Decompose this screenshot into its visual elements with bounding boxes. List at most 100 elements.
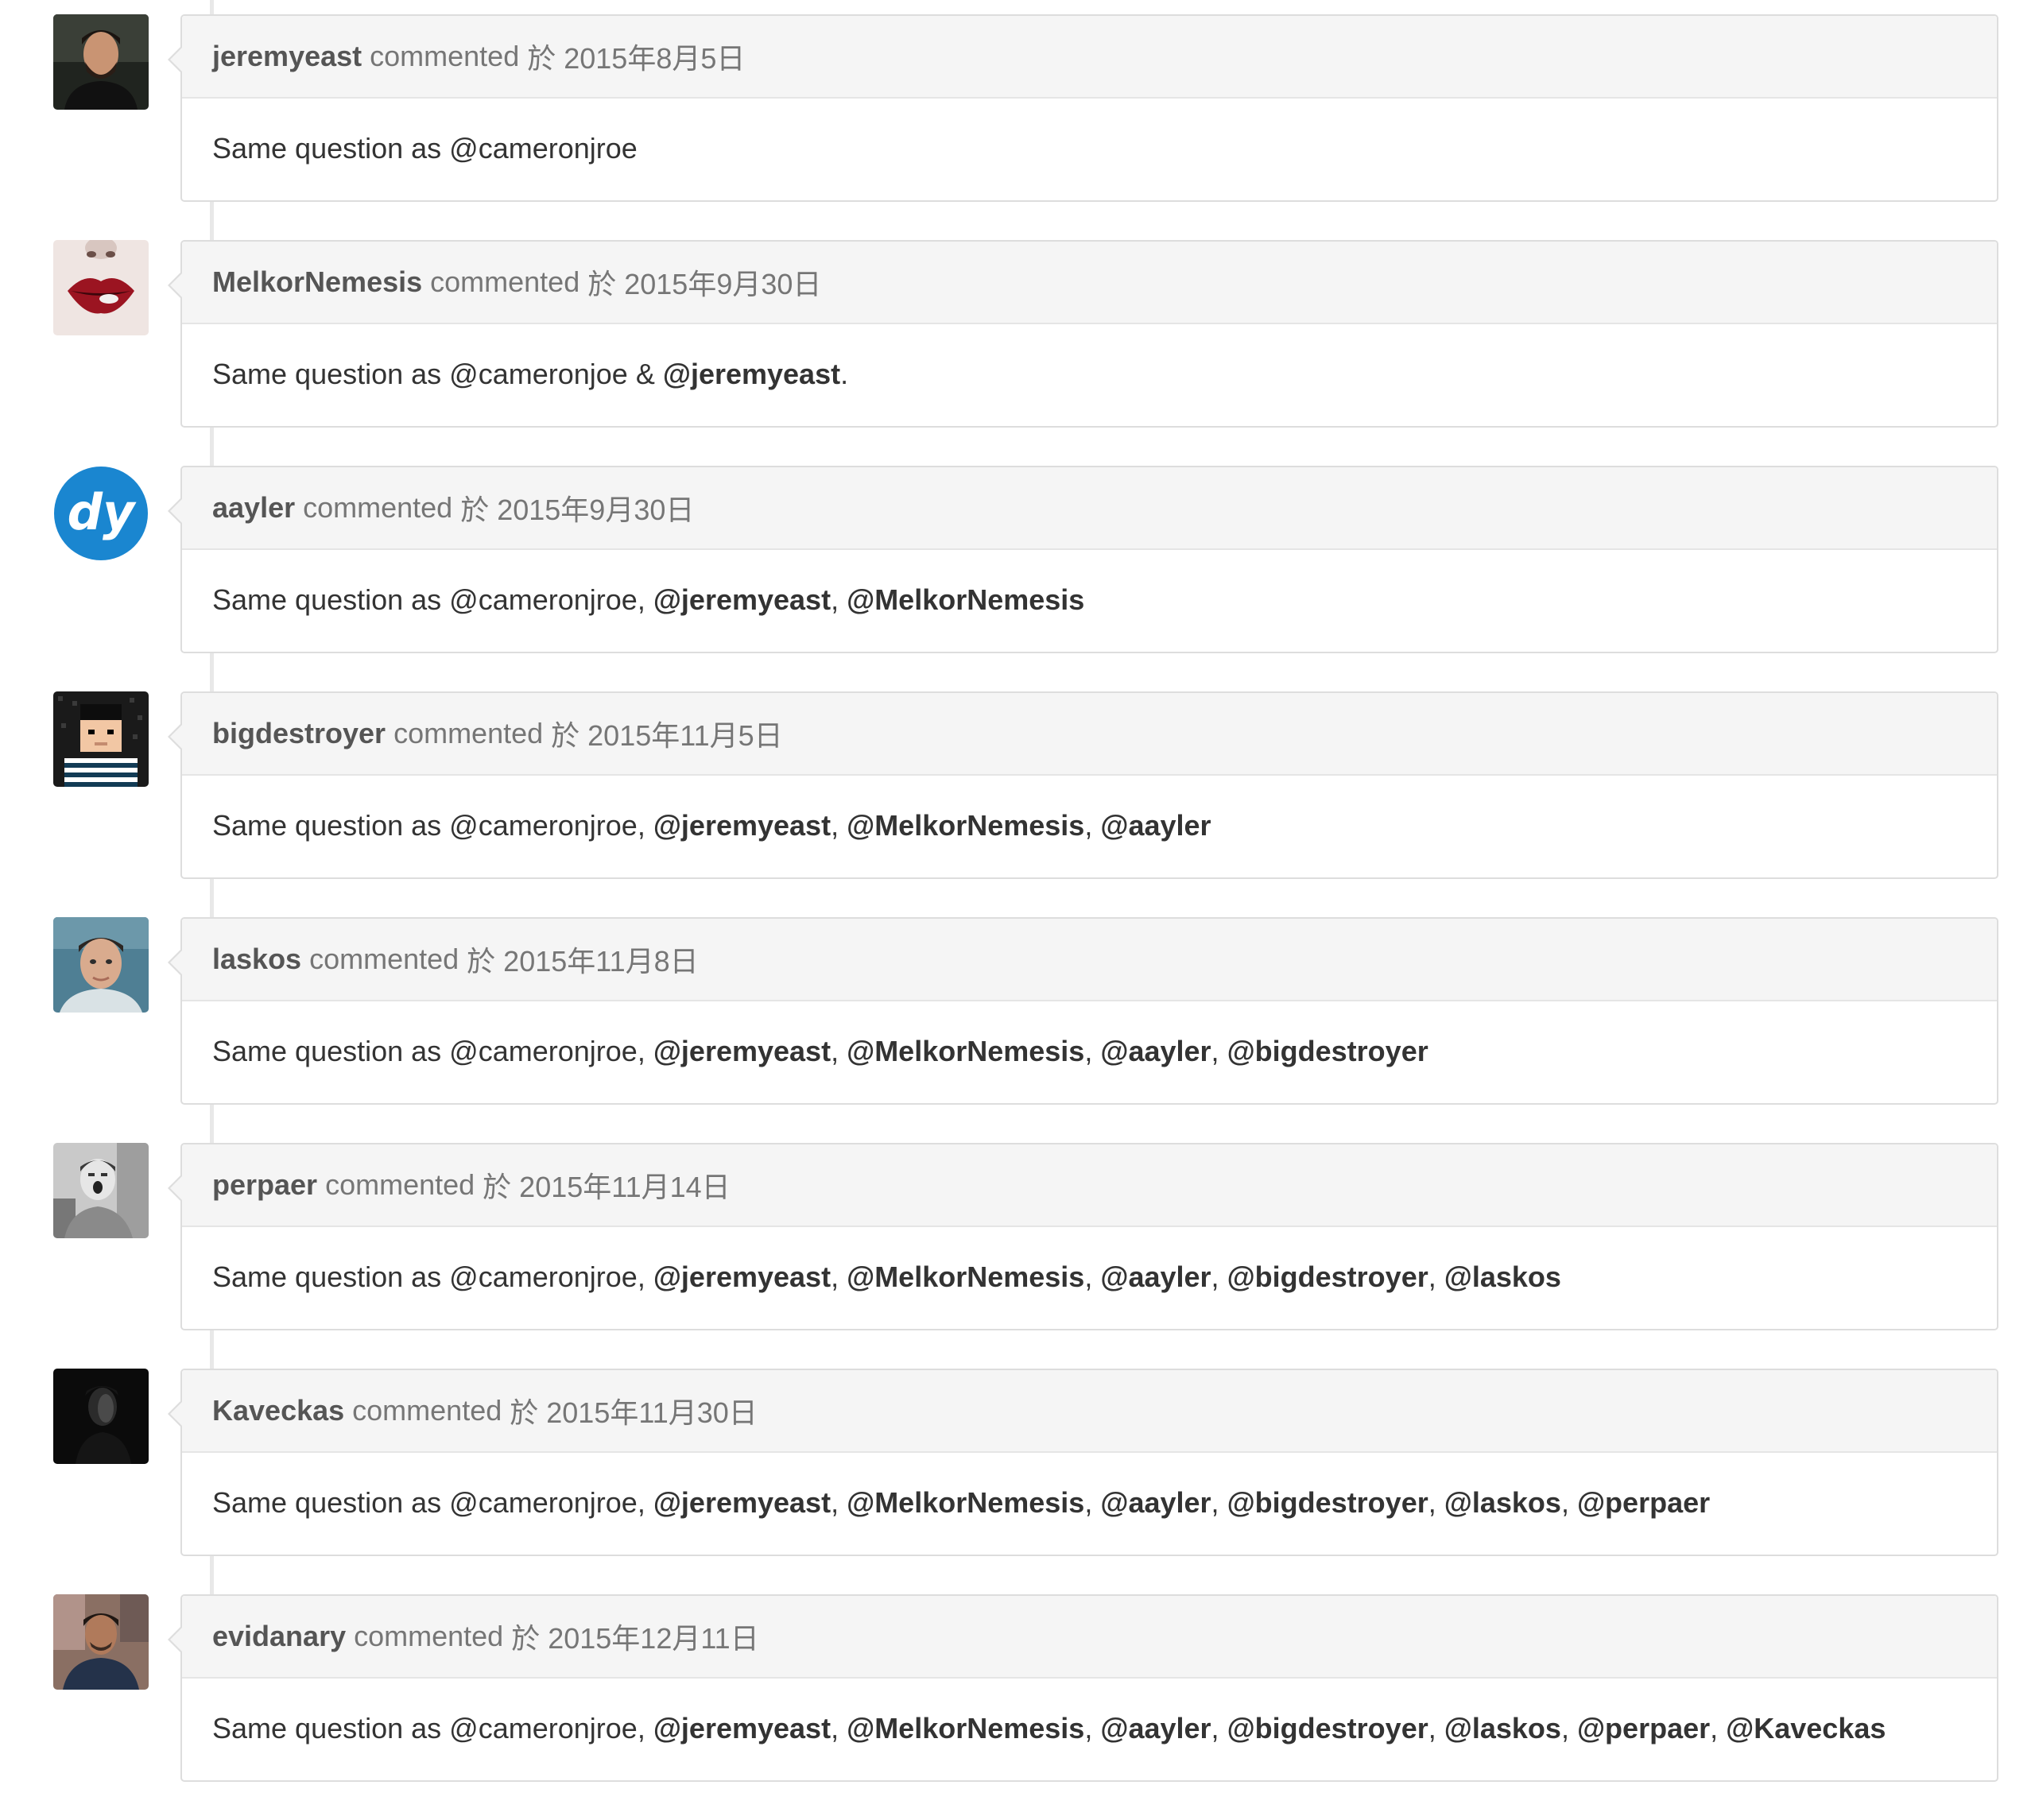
user-mention-link[interactable]: @jeremyeast xyxy=(653,1260,831,1293)
comment-header: Kaveckas commented 於 2015年11月30日 xyxy=(182,1370,1997,1453)
user-mention-link[interactable]: @bigdestroyer xyxy=(1227,1712,1428,1744)
comment: dy aayler commented 於 2015年9月30日 Same qu… xyxy=(0,466,2035,653)
user-mention-link[interactable]: @MelkorNemesis xyxy=(847,583,1084,616)
user-mention-link[interactable]: @aayler xyxy=(1100,1712,1211,1744)
comment-author-link[interactable]: evidanary xyxy=(212,1620,346,1653)
comment-box: aayler commented 於 2015年9月30日 Same quest… xyxy=(168,466,1998,653)
user-mention-link[interactable]: @bigdestroyer xyxy=(1227,1035,1428,1067)
comment-text: Same question as @cameronjroe, xyxy=(212,1260,653,1293)
mention-list: @jeremyeast, @MelkorNemesis, @aayler, @b… xyxy=(653,1486,1710,1520)
comment-author-link[interactable]: bigdestroyer xyxy=(212,717,386,750)
comment-header: evidanary commented 於 2015年12月11日 xyxy=(182,1596,1997,1679)
comment-author-link[interactable]: jeremyeast xyxy=(212,40,362,73)
comment-action: commented xyxy=(354,1620,504,1652)
comment-author-link[interactable]: Kaveckas xyxy=(212,1394,344,1427)
comment-box: bigdestroyer commented 於 2015年11月5日 Same… xyxy=(168,691,1998,879)
user-mention-link[interactable]: @jeremyeast xyxy=(653,1035,831,1067)
comment-body: Same question as @cameronjroe, @jeremyea… xyxy=(182,776,1997,876)
user-mention-link[interactable]: @MelkorNemesis xyxy=(847,1035,1084,1067)
comment: jeremyeast commented 於 2015年8月5日 Same qu… xyxy=(0,14,2035,202)
user-mention-link[interactable]: @perpaer xyxy=(1577,1486,1710,1519)
user-mention-link[interactable]: @laskos xyxy=(1444,1486,1561,1519)
mention-separator: , xyxy=(1211,1035,1227,1067)
mention-list: @jeremyeast. xyxy=(663,358,848,391)
user-mention-link[interactable]: @MelkorNemesis xyxy=(847,809,1084,842)
user-mention-link[interactable]: @aayler xyxy=(1100,1260,1211,1293)
user-mention-link[interactable]: @Kaveckas xyxy=(1726,1712,1886,1744)
user-mention-link[interactable]: @aayler xyxy=(1100,809,1211,842)
comment-timestamp[interactable]: 於 2015年12月11日 xyxy=(511,1616,759,1657)
mention-list: @jeremyeast, @MelkorNemesis xyxy=(653,583,1085,617)
user-mention-link[interactable]: @jeremyeast xyxy=(653,1712,831,1744)
comment-author-link[interactable]: MelkorNemesis xyxy=(212,265,422,299)
avatar-bigdestroyer[interactable] xyxy=(53,691,149,787)
avatar-aayler[interactable]: dy xyxy=(53,466,149,561)
mention-separator: , xyxy=(1084,1712,1101,1744)
comment-header: laskos commented 於 2015年11月8日 xyxy=(182,919,1997,1001)
comment-header: bigdestroyer commented 於 2015年11月5日 xyxy=(182,693,1997,776)
comment-timestamp[interactable]: 於 2015年9月30日 xyxy=(460,487,694,529)
user-mention-link[interactable]: @laskos xyxy=(1444,1260,1561,1293)
comment-text: Same question as @cameronjroe, xyxy=(212,1712,653,1744)
comment-timestamp[interactable]: 於 2015年11月8日 xyxy=(467,939,698,980)
user-mention-link[interactable]: @aayler xyxy=(1100,1035,1211,1067)
mention-separator: , xyxy=(1084,809,1101,842)
mention-separator: , xyxy=(831,1486,847,1519)
lips-photo-icon xyxy=(53,240,149,335)
user-mention-link[interactable]: @perpaer xyxy=(1577,1712,1710,1744)
comment-action: commented xyxy=(352,1394,502,1427)
comment: perpaer commented 於 2015年11月14日 Same que… xyxy=(0,1143,2035,1330)
comment-action: commented xyxy=(309,943,459,975)
user-mention-link[interactable]: @MelkorNemesis xyxy=(847,1260,1084,1293)
mention-separator: . xyxy=(840,358,849,390)
mention-separator: , xyxy=(1211,1712,1227,1744)
comment-box: laskos commented 於 2015年11月8日 Same quest… xyxy=(168,917,1998,1105)
user-mention-link[interactable]: @bigdestroyer xyxy=(1227,1486,1428,1519)
avatar-evidanary[interactable] xyxy=(53,1594,149,1690)
comment-action: commented xyxy=(393,717,544,749)
comment-header: MelkorNemesis commented 於 2015年9月30日 xyxy=(182,242,1997,324)
avatar-perpaer[interactable] xyxy=(53,1143,149,1238)
comment-timestamp[interactable]: 於 2015年8月5日 xyxy=(527,36,745,77)
logo-text: dy xyxy=(68,483,137,541)
comment-timestamp[interactable]: 於 2015年11月14日 xyxy=(483,1164,731,1206)
avatar-kaveckas[interactable] xyxy=(53,1369,149,1464)
comment-author-link[interactable]: aayler xyxy=(212,491,295,525)
comment-author-link[interactable]: perpaer xyxy=(212,1168,317,1202)
comment-timestamp[interactable]: 於 2015年11月5日 xyxy=(551,713,782,754)
comment-timestamp[interactable]: 於 2015年11月30日 xyxy=(510,1390,758,1431)
user-mention-link[interactable]: @jeremyeast xyxy=(663,358,840,390)
avatar-melkornemesis[interactable] xyxy=(53,240,149,335)
comment-box: evidanary commented 於 2015年12月11日 Same q… xyxy=(168,1594,1998,1782)
mention-separator: , xyxy=(831,809,847,842)
user-mention-link[interactable]: @MelkorNemesis xyxy=(847,1712,1084,1744)
comment-body: Same question as @cameronjroe, @jeremyea… xyxy=(182,1001,1997,1102)
comment-header: jeremyeast commented 於 2015年8月5日 xyxy=(182,16,1997,99)
comment-text: Same question as @cameronjoe & xyxy=(212,358,663,390)
comment-body: Same question as @cameronjroe, @jeremyea… xyxy=(182,1453,1997,1553)
user-mention-link[interactable]: @aayler xyxy=(1100,1486,1211,1519)
mention-separator: , xyxy=(1428,1712,1444,1744)
user-mention-link[interactable]: @jeremyeast xyxy=(653,583,831,616)
comment-body: Same question as @cameronjroe, @jeremyea… xyxy=(182,550,1997,650)
mention-separator: , xyxy=(831,1260,847,1293)
comment-text: Same question as @cameronjroe xyxy=(212,132,638,165)
mention-separator: , xyxy=(1560,1486,1577,1519)
comment: laskos commented 於 2015年11月8日 Same quest… xyxy=(0,917,2035,1105)
comment-action: commented xyxy=(325,1168,475,1201)
comment-action: commented xyxy=(430,265,580,298)
avatar-jeremyeast[interactable] xyxy=(53,14,149,110)
comment-box: MelkorNemesis commented 於 2015年9月30日 Sam… xyxy=(168,240,1998,428)
user-mention-link[interactable]: @bigdestroyer xyxy=(1227,1260,1428,1293)
mention-separator: , xyxy=(1710,1712,1727,1744)
person-photo-icon xyxy=(53,1369,149,1464)
comment-text: Same question as @cameronjroe, xyxy=(212,1486,653,1519)
comment-author-link[interactable]: laskos xyxy=(212,943,301,976)
user-mention-link[interactable]: @jeremyeast xyxy=(653,1486,831,1519)
user-mention-link[interactable]: @laskos xyxy=(1444,1712,1561,1744)
avatar-laskos[interactable] xyxy=(53,917,149,1013)
user-mention-link[interactable]: @jeremyeast xyxy=(653,809,831,842)
user-mention-link[interactable]: @MelkorNemesis xyxy=(847,1486,1084,1519)
mention-list: @jeremyeast, @MelkorNemesis, @aayler, @b… xyxy=(653,1712,1886,1745)
comment-timestamp[interactable]: 於 2015年9月30日 xyxy=(587,261,821,303)
